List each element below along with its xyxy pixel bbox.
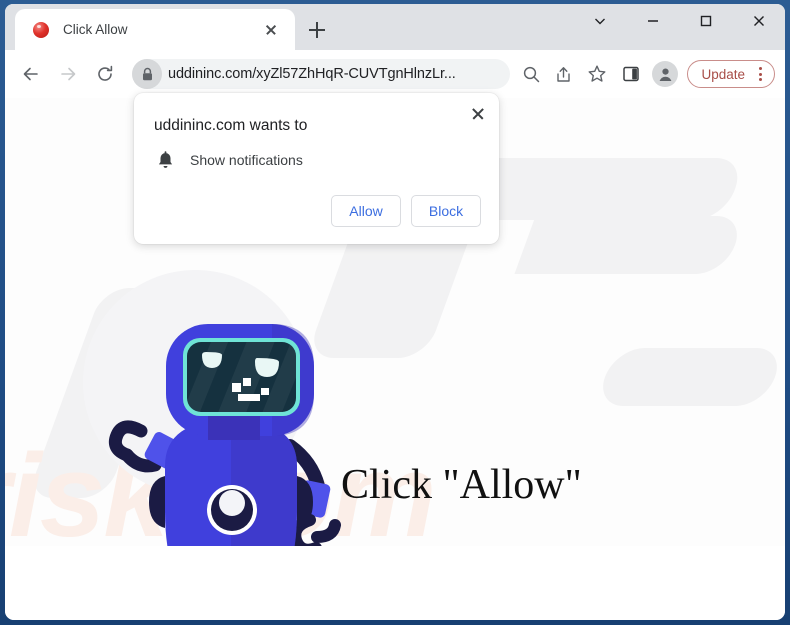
minimize-icon[interactable] bbox=[626, 4, 679, 38]
background-shape bbox=[514, 216, 746, 274]
back-arrow-icon[interactable] bbox=[15, 58, 47, 90]
window-controls bbox=[573, 4, 785, 50]
notification-permission-dialog: uddininc.com wants to Show notifications… bbox=[134, 93, 499, 244]
dialog-title: uddininc.com wants to bbox=[154, 117, 308, 134]
update-button[interactable]: Update bbox=[687, 60, 775, 88]
permission-row: Show notifications bbox=[154, 148, 303, 172]
background-shape bbox=[594, 348, 785, 406]
block-button[interactable]: Block bbox=[411, 195, 481, 227]
tab-favicon-icon bbox=[33, 21, 49, 38]
lock-icon[interactable] bbox=[132, 59, 162, 89]
forward-arrow-icon bbox=[52, 58, 84, 90]
browser-tab[interactable]: Click Allow bbox=[15, 9, 295, 50]
close-icon[interactable] bbox=[732, 4, 785, 38]
three-dot-menu-icon[interactable] bbox=[753, 65, 767, 83]
address-bar[interactable]: uddininc.com/xyZl57ZhHqR-CUVTgnHlnzLr... bbox=[132, 59, 511, 89]
reload-icon[interactable] bbox=[89, 58, 121, 90]
robot-illustration bbox=[45, 248, 355, 546]
maximize-icon[interactable] bbox=[679, 4, 732, 38]
permission-label: Show notifications bbox=[190, 152, 303, 168]
allow-button[interactable]: Allow bbox=[331, 195, 401, 227]
star-icon[interactable] bbox=[582, 59, 612, 89]
update-button-label: Update bbox=[701, 66, 745, 82]
tab-close-icon[interactable] bbox=[259, 18, 283, 42]
side-panel-icon[interactable] bbox=[616, 59, 646, 89]
browser-window: Click Allow uddininc.com/xyZl57ZhHqR-CUV… bbox=[0, 0, 790, 625]
page-headline: Click "Allow" if you are not a robot bbox=[341, 363, 582, 546]
tab-strip: Click Allow bbox=[5, 4, 785, 50]
tab-title: Click Allow bbox=[63, 22, 128, 37]
new-tab-button[interactable] bbox=[303, 16, 331, 44]
browser-toolbar: uddininc.com/xyZl57ZhHqR-CUVTgnHlnzLr... bbox=[5, 50, 785, 98]
tab-search-chevron-down-icon[interactable] bbox=[573, 4, 626, 38]
share-icon[interactable] bbox=[548, 59, 578, 89]
url-text: uddininc.com/xyZl57ZhHqR-CUVTgnHlnzLr... bbox=[168, 66, 456, 82]
profile-avatar[interactable] bbox=[652, 61, 679, 87]
browser-window-inner: Click Allow uddininc.com/xyZl57ZhHqR-CUV… bbox=[5, 4, 785, 620]
search-icon[interactable] bbox=[518, 61, 544, 87]
dialog-close-icon[interactable] bbox=[465, 101, 491, 127]
headline-line-1: Click "Allow" bbox=[341, 462, 582, 508]
bell-icon bbox=[154, 148, 176, 172]
dialog-actions: Allow Block bbox=[331, 195, 481, 227]
